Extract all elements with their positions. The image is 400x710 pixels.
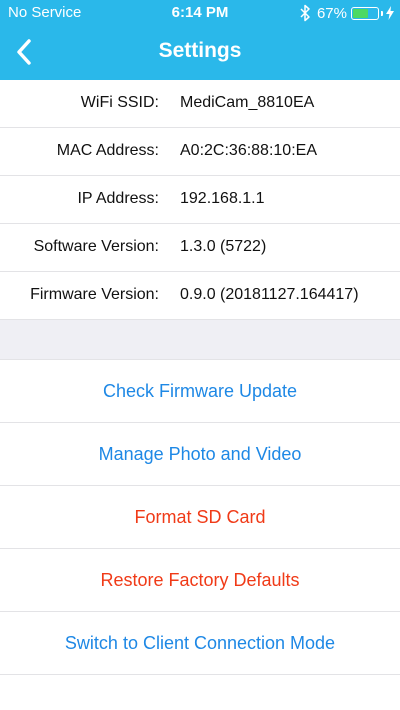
format-sd-card-button[interactable]: Format SD Card <box>0 486 400 549</box>
info-value: A0:2C:36:88:10:EA <box>180 142 317 159</box>
action-list: Check Firmware Update Manage Photo and V… <box>0 360 400 675</box>
check-firmware-update-button[interactable]: Check Firmware Update <box>0 360 400 423</box>
info-value: MediCam_8810EA <box>180 94 315 111</box>
status-bar: No Service 6:14 PM 67% <box>0 0 400 26</box>
charging-bolt-icon <box>386 6 394 20</box>
info-label: IP Address: <box>77 190 159 207</box>
info-row-software-version: Software Version: 1.3.0 (5722) <box>0 224 400 272</box>
info-row-mac-address: MAC Address: A0:2C:36:88:10:EA <box>0 128 400 176</box>
info-row-firmware-version: Firmware Version: 0.9.0 (20181127.164417… <box>0 272 400 320</box>
info-label: Software Version: <box>33 238 159 255</box>
bluetooth-icon <box>300 4 310 22</box>
header: No Service 6:14 PM 67% Settings <box>0 0 400 80</box>
page-title: Settings <box>158 39 242 62</box>
manage-photo-video-button[interactable]: Manage Photo and Video <box>0 423 400 486</box>
info-value: 192.168.1.1 <box>180 190 265 207</box>
settings-screen: No Service 6:14 PM 67% Settings WiFi SSI… <box>0 0 400 710</box>
battery-level-fill <box>353 8 368 18</box>
status-indicators: 67% <box>299 3 394 23</box>
info-label: MAC Address: <box>56 142 159 159</box>
info-label: Firmware Version: <box>30 286 159 303</box>
battery-nub <box>381 10 383 16</box>
info-label: WiFi SSID: <box>80 94 159 111</box>
info-row-ip-address: IP Address: 192.168.1.1 <box>0 176 400 224</box>
info-row-wifi-ssid: WiFi SSID: MediCam_8810EA <box>0 80 400 128</box>
section-separator <box>0 320 400 360</box>
info-value: 1.3.0 (5722) <box>180 238 267 255</box>
battery-icon <box>351 6 379 20</box>
info-value: 0.9.0 (20181127.164417) <box>180 286 359 303</box>
switch-client-mode-button[interactable]: Switch to Client Connection Mode <box>0 612 400 675</box>
device-info-list: WiFi SSID: MediCam_8810EA MAC Address: A… <box>0 80 400 320</box>
battery-percent: 67% <box>316 4 347 22</box>
restore-factory-defaults-button[interactable]: Restore Factory Defaults <box>0 549 400 612</box>
navigation-bar: Settings <box>0 26 400 80</box>
